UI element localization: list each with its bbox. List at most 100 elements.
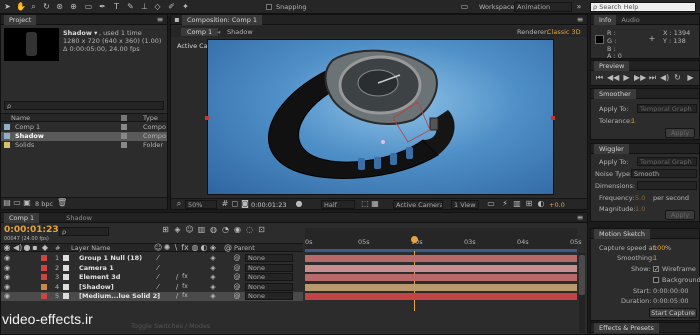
visibility-eye-icon[interactable]: ◉ bbox=[3, 272, 11, 282]
graph-editor-icon[interactable]: ◔ bbox=[221, 225, 230, 235]
wiggler-apply-to-select[interactable]: Temporal Graph bbox=[637, 157, 697, 166]
project-item[interactable]: Shadow Compo bbox=[1, 132, 167, 141]
3d-layer-icon[interactable]: ◈ bbox=[209, 272, 217, 282]
zoom-select[interactable]: 50% bbox=[185, 200, 217, 209]
grid-icon[interactable]: # bbox=[221, 199, 229, 209]
type-tool-icon[interactable]: T bbox=[112, 2, 121, 12]
parent-select[interactable]: None bbox=[245, 282, 293, 291]
mask-icon[interactable]: ◻ bbox=[231, 199, 239, 209]
tab-effects-presets[interactable]: Effects & Presets bbox=[594, 323, 659, 333]
layer-row[interactable]: ◉ 4 [Shadow] ⁄ / fx ◈ @ None bbox=[1, 282, 303, 292]
tab-composition[interactable]: Composition: Comp 1 bbox=[182, 15, 263, 25]
timeline-icon[interactable]: ▥ bbox=[513, 199, 521, 209]
parent-select[interactable]: None bbox=[245, 273, 293, 281]
wiggler-apply-button[interactable]: Apply bbox=[665, 210, 695, 220]
camera-view-select[interactable]: Active Camera bbox=[393, 200, 443, 209]
layer-label-color[interactable] bbox=[41, 283, 47, 290]
shy-switch-icon[interactable]: ⁄ bbox=[154, 272, 162, 282]
comp-mini-flowchart-icon[interactable]: ⊞ bbox=[161, 225, 170, 235]
tab-wiggler[interactable]: Wiggler bbox=[594, 144, 629, 154]
layer-label-color[interactable] bbox=[41, 293, 47, 299]
wiggler-frequency-value[interactable]: 5.0 bbox=[635, 194, 645, 202]
tab-shadow[interactable]: Shadow bbox=[227, 28, 253, 36]
eraser-tool-icon[interactable]: ◇ bbox=[153, 2, 162, 12]
puppet-tool-icon[interactable]: ✦ bbox=[181, 2, 190, 12]
render-queue-icon[interactable]: ◌ bbox=[245, 225, 254, 235]
color-channel-icon[interactable]: ● bbox=[295, 199, 303, 209]
composition-viewer[interactable] bbox=[207, 39, 554, 195]
project-item-name[interactable]: Shadow ▾ bbox=[63, 29, 97, 37]
shy-switch-icon[interactable]: ⁄ bbox=[154, 291, 162, 301]
timeline-scrollbar[interactable] bbox=[579, 253, 585, 333]
pickwhip-icon[interactable]: @ bbox=[233, 272, 241, 282]
work-area-bar[interactable] bbox=[305, 249, 577, 252]
layer-duration-bar[interactable] bbox=[305, 283, 577, 291]
workspace-select[interactable]: Animation bbox=[514, 2, 572, 12]
layer-name[interactable]: Group 1 Null (18) bbox=[79, 254, 142, 262]
panel-menu-icon[interactable]: ≡ bbox=[156, 15, 164, 25]
tab-audio[interactable]: Audio bbox=[616, 15, 644, 25]
resolution-select[interactable]: Half bbox=[321, 200, 355, 209]
play-icon[interactable]: ▶ bbox=[622, 73, 631, 83]
layer-duration-bar[interactable] bbox=[305, 293, 577, 300]
bit-depth-label[interactable]: 8 bpc bbox=[35, 200, 53, 208]
draft-3d-icon[interactable]: ◈ bbox=[173, 225, 182, 235]
frame-blending-icon[interactable]: ▥ bbox=[197, 225, 206, 235]
project-item[interactable]: Comp 1 Compo bbox=[1, 123, 167, 132]
project-search-input[interactable]: ρ bbox=[4, 101, 164, 110]
layer-name[interactable]: [Shadow] bbox=[79, 283, 114, 291]
rectangle-tool-icon[interactable]: ▭ bbox=[84, 2, 93, 12]
renderer-value[interactable]: Classic 3D bbox=[547, 28, 581, 36]
visibility-eye-icon[interactable]: ◉ bbox=[3, 282, 11, 292]
current-time-indicator[interactable] bbox=[411, 236, 418, 243]
parent-select[interactable]: None bbox=[245, 254, 293, 262]
hand-tool-icon[interactable]: ✋ bbox=[16, 2, 26, 12]
region-of-interest-icon[interactable]: ⬚ bbox=[361, 199, 369, 209]
pickwhip-icon[interactable]: @ bbox=[233, 282, 241, 292]
exposure-value[interactable]: +0.0 bbox=[549, 201, 565, 209]
tab-project[interactable]: Project bbox=[4, 15, 37, 25]
tab-motion-sketch[interactable]: Motion Sketch bbox=[594, 229, 651, 239]
smoothing-value[interactable]: 1 bbox=[653, 254, 657, 262]
panel-menu-icon[interactable]: ≡ bbox=[576, 15, 584, 25]
search-help-input[interactable]: ρ Search Help bbox=[590, 2, 696, 12]
background-checkbox[interactable] bbox=[653, 277, 659, 283]
start-capture-button[interactable]: Start Capture bbox=[649, 308, 697, 318]
rotate-tool-icon[interactable]: ↻ bbox=[42, 2, 51, 12]
brush-tool-icon[interactable]: ✎ bbox=[126, 2, 135, 12]
interpret-footage-icon[interactable]: ▤ bbox=[3, 198, 11, 208]
clone-stamp-tool-icon[interactable]: ⊥ bbox=[140, 2, 149, 12]
scroll-thumb[interactable] bbox=[579, 255, 585, 295]
pen-tool-icon[interactable]: ✒ bbox=[98, 2, 107, 12]
shy-icon[interactable]: ☺ bbox=[185, 225, 194, 235]
snapping-checkbox[interactable] bbox=[266, 4, 272, 10]
tab-timeline-comp-1[interactable]: Comp 1 bbox=[4, 213, 40, 223]
quality-switch-icon[interactable]: / bbox=[173, 272, 181, 282]
layer-name[interactable]: Element 3d bbox=[79, 273, 120, 281]
smoother-apply-button[interactable]: Apply bbox=[665, 128, 695, 138]
tab-preview[interactable]: Preview bbox=[594, 61, 630, 71]
graph-icon[interactable]: ⊡ bbox=[257, 225, 266, 235]
exposure-icon[interactable]: ◐ bbox=[537, 199, 545, 209]
time-ruler[interactable]: 0s05s10s03s04s05s bbox=[305, 228, 582, 252]
project-item[interactable]: Solids Folder bbox=[1, 141, 167, 150]
brainstorm-icon[interactable]: ◉ bbox=[233, 225, 242, 235]
timeline-timecode[interactable]: 0:00:01:23 bbox=[4, 225, 59, 235]
layer-row[interactable]: ◉ 3 Element 3d ⁄ / fx ◈ @ None bbox=[1, 273, 303, 282]
next-frame-icon[interactable]: ▶▶ bbox=[634, 73, 646, 83]
layer-row[interactable]: ◉ 5 [Medium...lue Solid 2] ⁄ / fx ◈ @ None bbox=[1, 292, 303, 301]
current-time-display[interactable]: 0:00:01:23 bbox=[251, 201, 287, 209]
quality-switch-icon[interactable]: / bbox=[173, 291, 181, 301]
layer-label-color[interactable] bbox=[41, 255, 47, 261]
transparency-grid-icon[interactable]: ▦ bbox=[371, 199, 379, 209]
layer-duration-bar[interactable] bbox=[305, 255, 577, 262]
trash-icon[interactable]: 🗑 bbox=[57, 198, 67, 208]
wiggler-dimensions-select[interactable] bbox=[637, 181, 697, 190]
new-comp-icon[interactable]: ▣ bbox=[23, 198, 31, 208]
layer-label-color[interactable] bbox=[41, 274, 47, 280]
fx-switch-icon[interactable]: fx bbox=[181, 272, 189, 282]
audio-icon[interactable]: ◀) bbox=[660, 73, 669, 83]
fx-switch-icon[interactable]: fx bbox=[181, 291, 189, 301]
fast-preview-icon[interactable]: ⚡ bbox=[501, 199, 509, 209]
chevron-right-icon[interactable]: » bbox=[575, 2, 583, 12]
